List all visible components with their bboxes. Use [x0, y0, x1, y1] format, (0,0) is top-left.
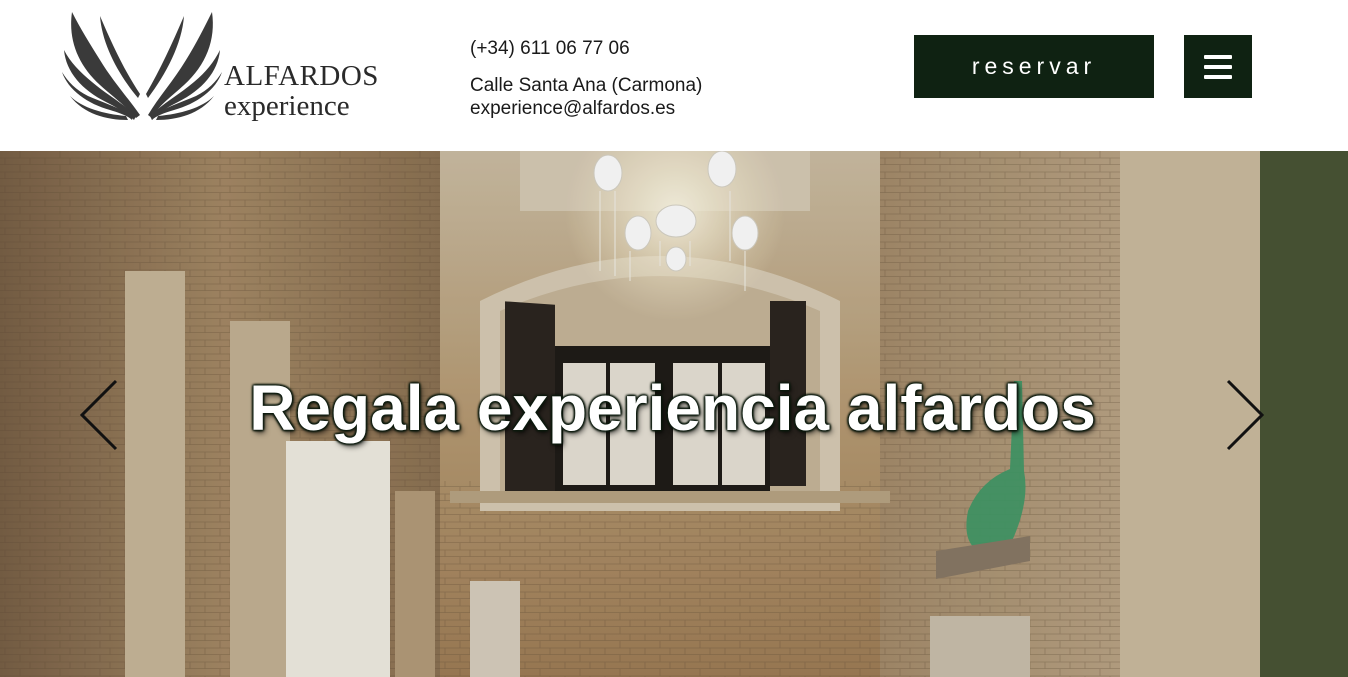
- email-link[interactable]: experience@alfardos.es: [470, 97, 702, 120]
- site-header: ALFARDOS experience (+34) 611 06 77 06 C…: [0, 0, 1348, 151]
- menu-bar: [1204, 64, 1232, 69]
- address-text: Calle Santa Ana (Carmona): [470, 75, 703, 96]
- menu-bar: [1204, 54, 1232, 59]
- chevron-left-icon[interactable]: [78, 379, 120, 451]
- logo-subtitle: experience: [224, 90, 350, 122]
- reserve-button[interactable]: reservar: [914, 35, 1154, 98]
- hero-slider: Regala experiencia alfardos: [0, 151, 1348, 677]
- logo-title: ALFARDOS: [224, 60, 379, 92]
- menu-bar: [1204, 74, 1232, 79]
- hero-title: Regala experiencia alfardos: [249, 372, 1096, 444]
- contact-info: (+34) 611 06 77 06 Calle Santa Ana (Carm…: [470, 37, 702, 120]
- wings-icon: [62, 12, 222, 120]
- phone-link[interactable]: (+34) 611 06 77 06: [470, 37, 702, 60]
- hamburger-menu-icon[interactable]: [1184, 35, 1252, 98]
- chevron-right-icon[interactable]: [1224, 379, 1266, 451]
- logo-link[interactable]: ALFARDOS experience: [60, 10, 400, 130]
